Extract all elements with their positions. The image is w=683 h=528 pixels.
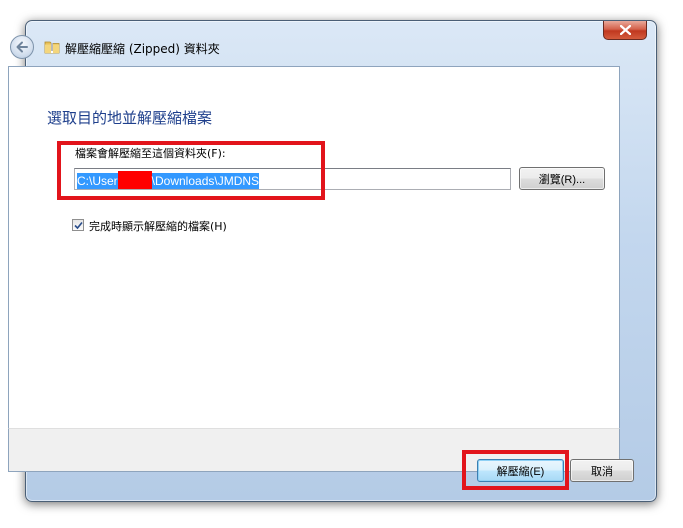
show-files-label: 完成時顯示解壓縮的檔案(H) xyxy=(89,220,227,233)
window-title: 解壓縮壓縮 (Zipped) 資料夾 xyxy=(65,42,220,56)
show-files-checkbox[interactable] xyxy=(72,219,84,231)
back-arrow-icon xyxy=(16,41,28,53)
checkmark-icon xyxy=(74,221,83,230)
cancel-button[interactable]: 取消 xyxy=(570,459,634,482)
highlight-box-extract xyxy=(462,450,569,490)
close-icon xyxy=(620,25,631,35)
browse-button[interactable]: 瀏覽(R)... xyxy=(519,167,605,190)
close-button[interactable] xyxy=(603,21,647,40)
page-heading: 選取目的地並解壓縮檔案 xyxy=(47,109,213,127)
zip-folder-icon xyxy=(44,41,60,54)
back-button[interactable] xyxy=(10,35,34,59)
highlight-box-destination xyxy=(57,141,325,200)
